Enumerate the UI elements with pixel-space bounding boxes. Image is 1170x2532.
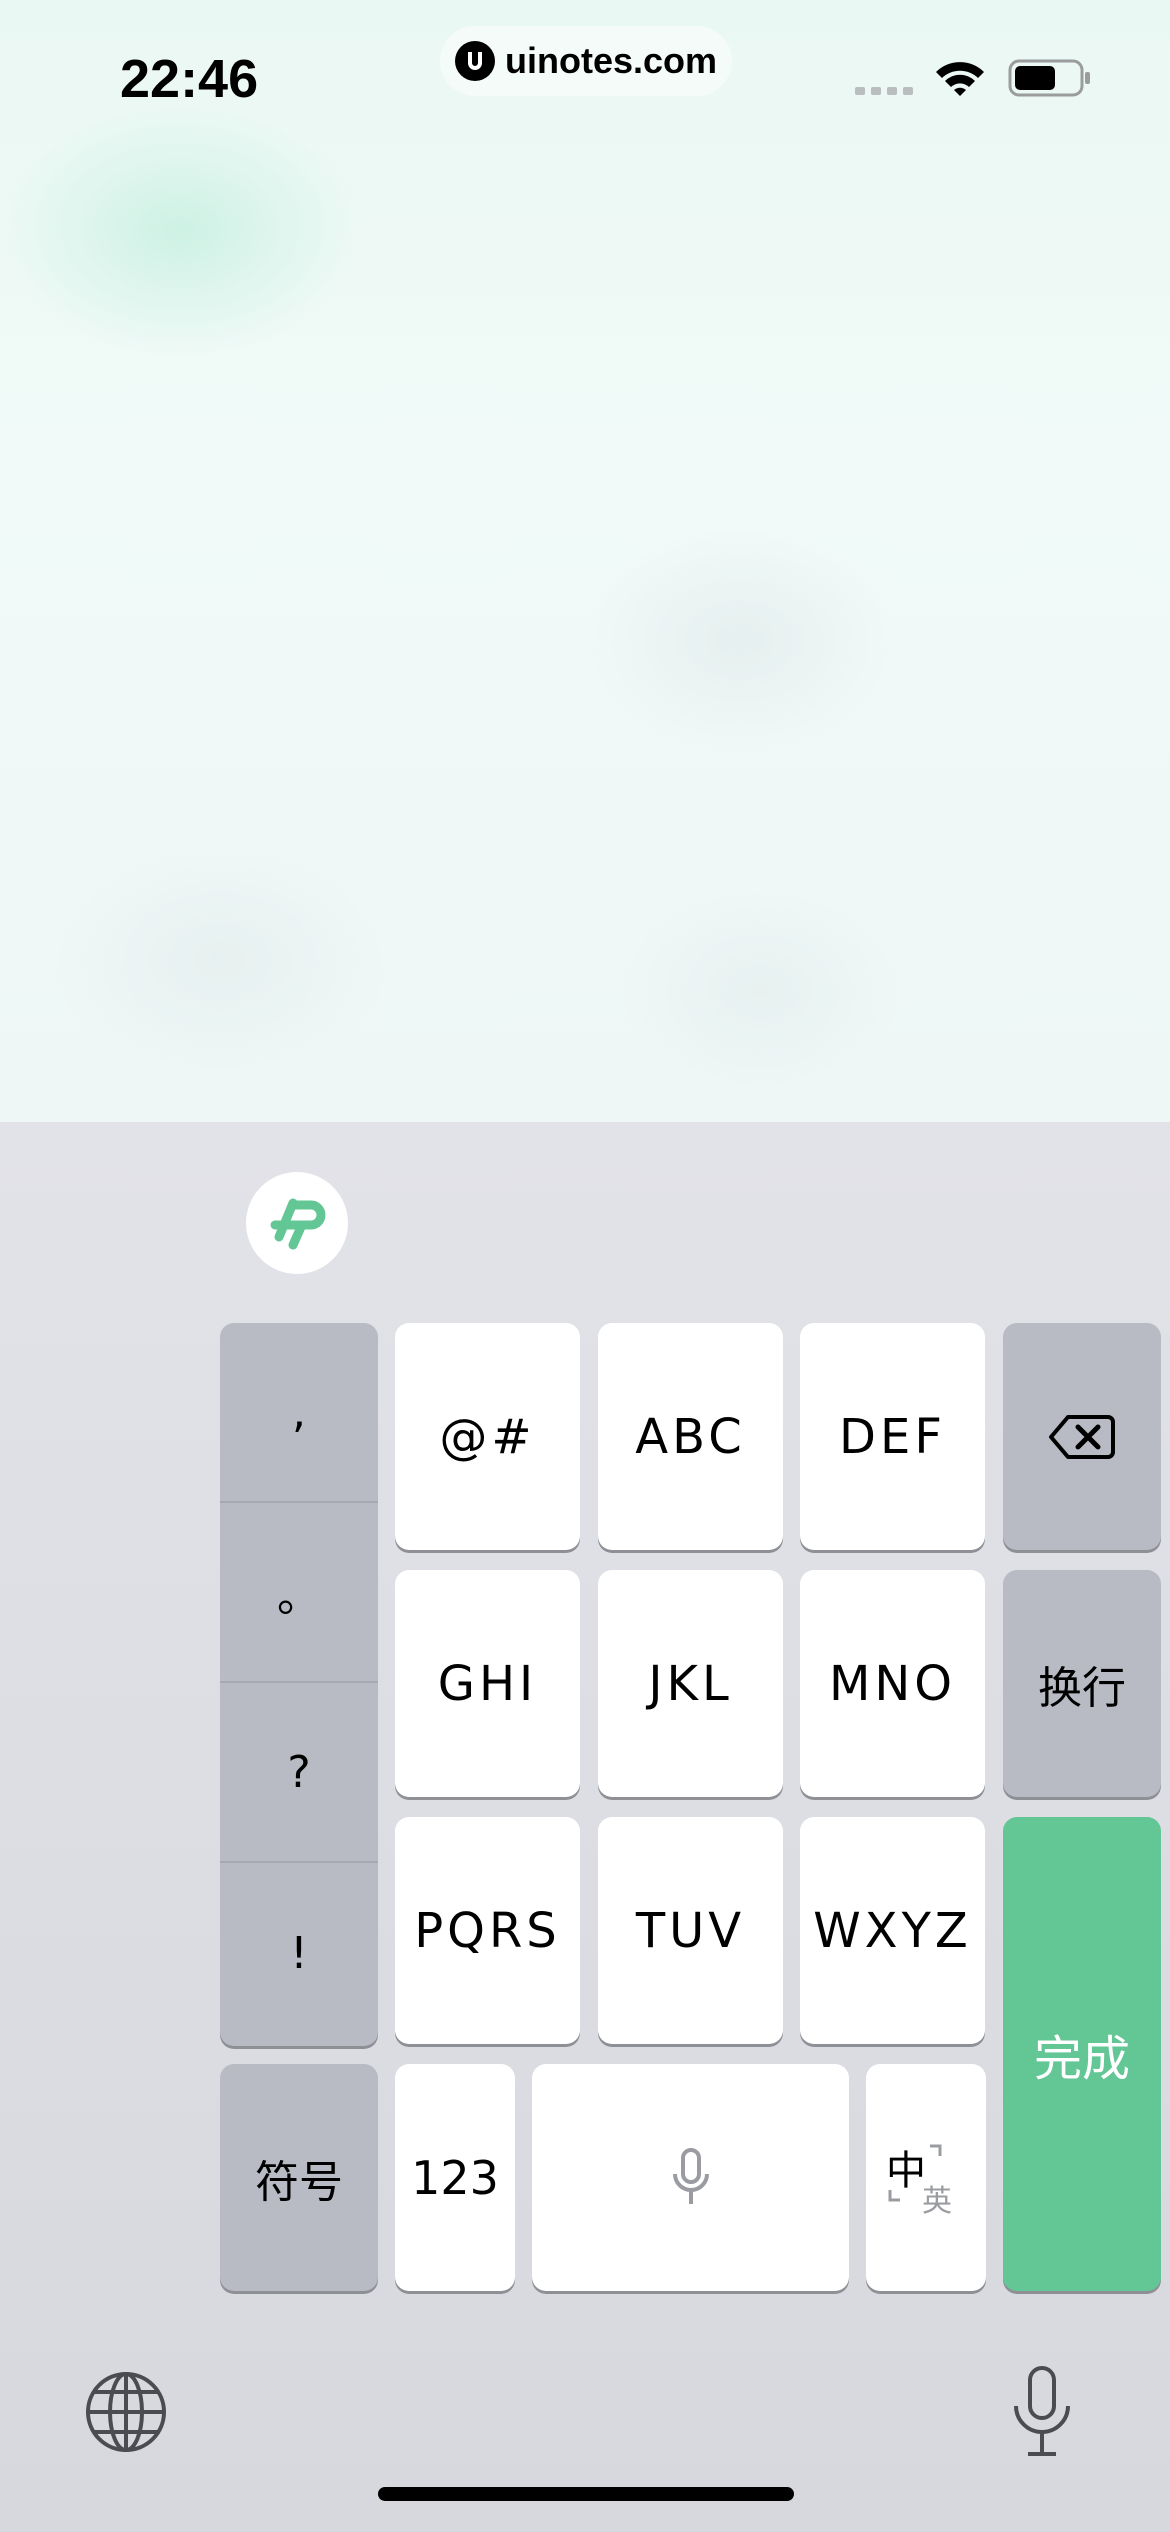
key-label: @# bbox=[439, 1408, 536, 1465]
lang-switch-icon: 中 英 bbox=[886, 2138, 966, 2219]
key-label: PQRS bbox=[414, 1902, 561, 1959]
done-key[interactable]: 完成 bbox=[1003, 1817, 1161, 2291]
key-jkl[interactable]: JKL bbox=[598, 1570, 783, 1797]
key-def[interactable]: DEF bbox=[800, 1323, 985, 1550]
url-text: uinotes.com bbox=[504, 40, 718, 81]
key-wxyz[interactable]: WXYZ bbox=[800, 1817, 985, 2044]
globe-icon[interactable] bbox=[84, 2370, 168, 2454]
key-label: WXYZ bbox=[813, 1902, 972, 1959]
pinyin-logo-icon[interactable] bbox=[246, 1172, 348, 1274]
delete-key[interactable] bbox=[1003, 1323, 1161, 1550]
key-label: TUV bbox=[635, 1902, 746, 1959]
key-pqrs[interactable]: PQRS bbox=[395, 1817, 580, 2044]
space-key[interactable] bbox=[532, 2064, 849, 2291]
home-indicator bbox=[378, 2487, 794, 2501]
key-symbols-at[interactable]: @# bbox=[395, 1323, 580, 1550]
key-label: JKL bbox=[648, 1655, 733, 1712]
microphone-icon bbox=[672, 2147, 709, 2204]
key-label: ABC bbox=[635, 1408, 746, 1465]
punct-key-comma[interactable]: , bbox=[220, 1323, 378, 1503]
return-key-label: 换行 bbox=[1038, 1662, 1126, 1714]
numbers-key-label: 123 bbox=[411, 2150, 499, 2205]
key-ghi[interactable]: GHI bbox=[395, 1570, 580, 1797]
keyboard bbox=[0, 1122, 1170, 2532]
cellular-signal-icon bbox=[855, 87, 913, 95]
dictation-icon[interactable] bbox=[1010, 2364, 1074, 2460]
key-label: MNO bbox=[828, 1655, 957, 1712]
key-label: GHI bbox=[437, 1655, 538, 1712]
symbols-key-label: 符号 bbox=[255, 2156, 343, 2208]
key-mno[interactable]: MNO bbox=[800, 1570, 985, 1797]
url-pill[interactable]: uinotes.com bbox=[440, 26, 732, 96]
lang-switch-key[interactable]: 中 英 bbox=[866, 2064, 986, 2291]
return-key[interactable]: 换行 bbox=[1003, 1570, 1161, 1797]
status-time: 22:46 bbox=[120, 49, 259, 109]
backspace-icon bbox=[1049, 1414, 1115, 1459]
done-key-label: 完成 bbox=[1033, 2031, 1130, 2087]
wifi-icon bbox=[936, 62, 984, 96]
key-abc[interactable]: ABC bbox=[598, 1323, 783, 1550]
symbols-key[interactable]: 符号 bbox=[220, 2064, 378, 2291]
numbers-key[interactable]: 123 bbox=[395, 2064, 515, 2291]
punct-key-exclaim[interactable]: ! bbox=[220, 1863, 378, 2043]
app-content-area bbox=[0, 0, 1170, 1122]
punctuation-column: , 。 ? ! bbox=[220, 1323, 378, 2046]
key-label: DEF bbox=[839, 1408, 946, 1465]
key-tuv[interactable]: TUV bbox=[598, 1817, 783, 2044]
battery-icon bbox=[1008, 59, 1090, 97]
punct-key-period[interactable]: 。 bbox=[220, 1503, 378, 1683]
punct-key-question[interactable]: ? bbox=[220, 1683, 378, 1863]
site-logo-icon bbox=[454, 41, 495, 81]
